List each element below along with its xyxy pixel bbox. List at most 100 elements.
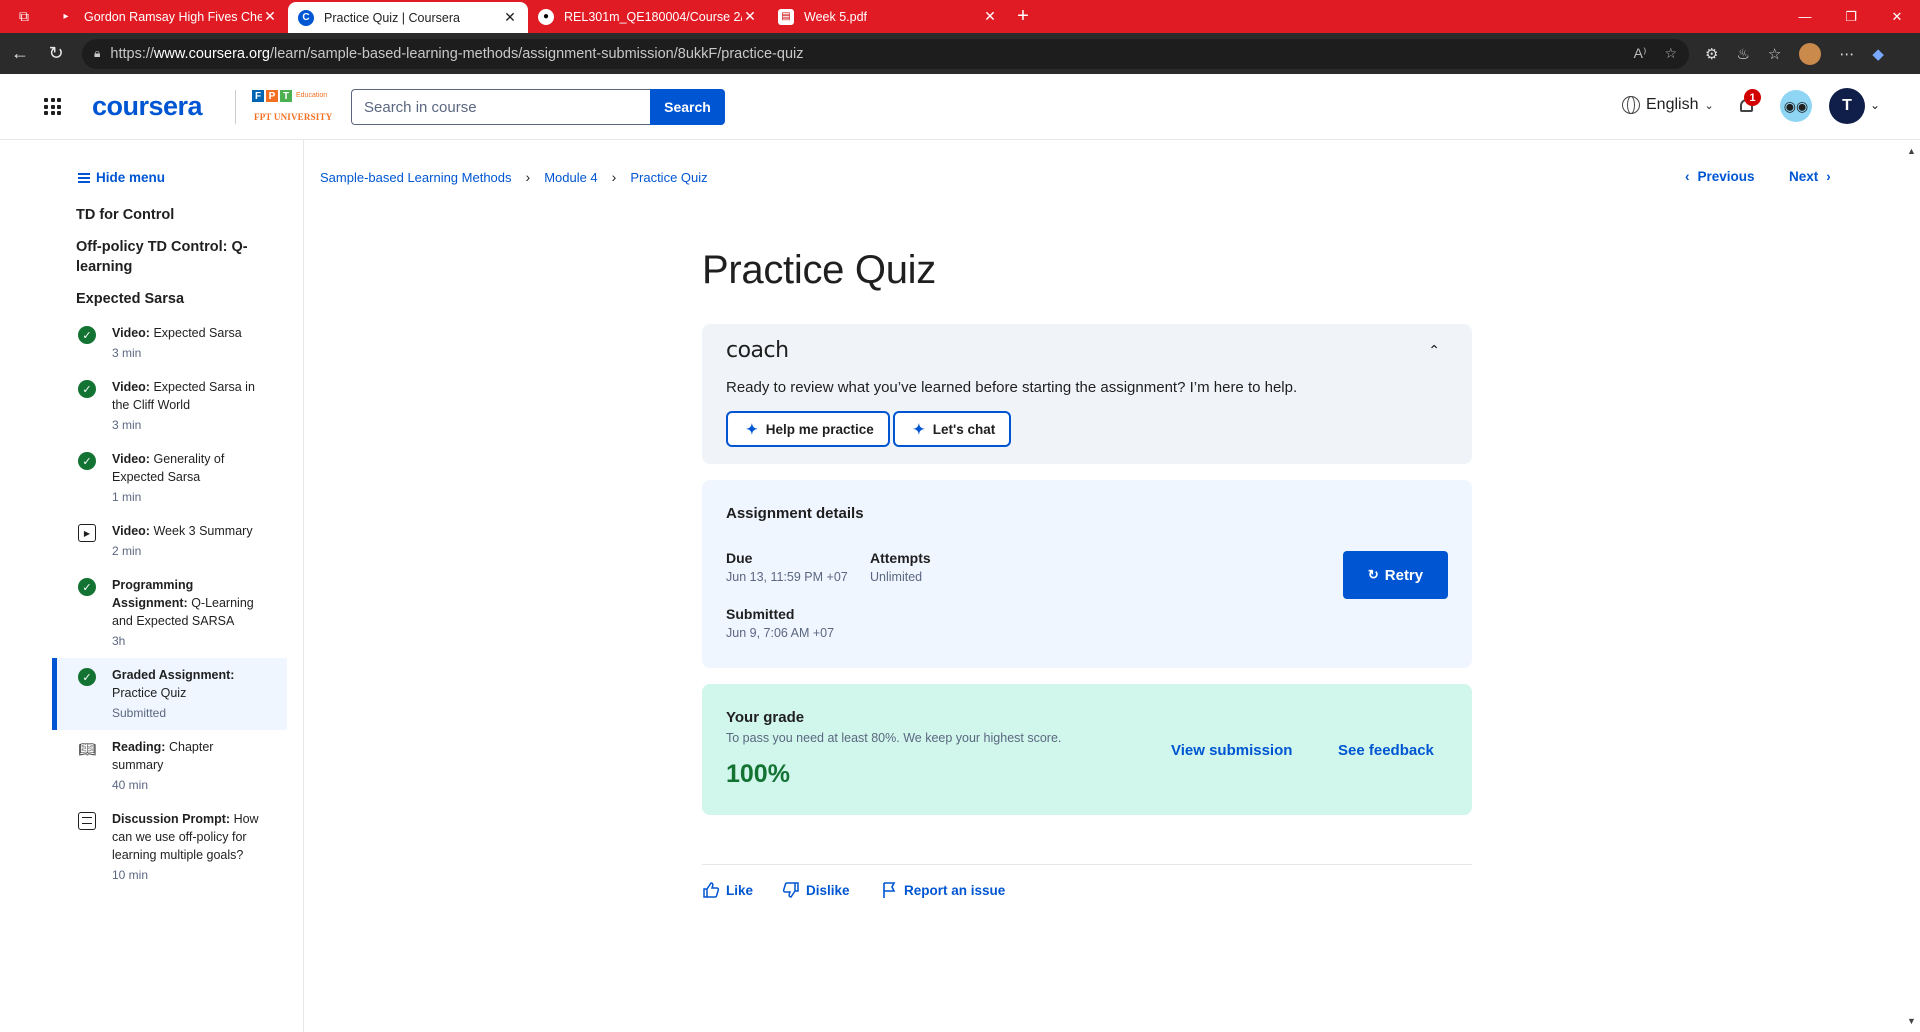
close-tab-icon[interactable]: ✕ bbox=[502, 9, 518, 26]
pdf-icon: ▤ bbox=[778, 8, 794, 25]
coach-message: Ready to review what you’ve learned befo… bbox=[726, 379, 1298, 396]
item-type: Discussion Prompt: bbox=[112, 812, 231, 826]
search-input[interactable] bbox=[351, 89, 650, 125]
new-tab-button[interactable]: + bbox=[1008, 5, 1038, 28]
view-submission-link[interactable]: View submission bbox=[1171, 742, 1292, 759]
breadcrumb-module[interactable]: Module 4 bbox=[544, 170, 597, 185]
breadcrumb-course[interactable]: Sample-based Learning Methods bbox=[320, 170, 512, 185]
browser-tab-active[interactable]: C Practice Quiz | Coursera ✕ bbox=[288, 2, 528, 33]
item-duration: 3 min bbox=[112, 346, 142, 360]
chevron-up-icon[interactable]: ⌃ bbox=[1428, 342, 1440, 359]
like-button[interactable]: Like bbox=[702, 881, 753, 899]
back-icon[interactable]: ← bbox=[2, 36, 38, 72]
sidebar-item[interactable]: ✓ Video: Generality of Expected Sarsa 1 m… bbox=[52, 450, 287, 514]
menu-icon bbox=[78, 172, 90, 183]
performance-icon[interactable]: ♨ bbox=[1736, 45, 1749, 63]
close-tab-icon[interactable]: ✕ bbox=[982, 8, 998, 25]
favorite-star-icon[interactable]: ☆ bbox=[1664, 45, 1677, 62]
grade-title: Your grade bbox=[726, 709, 805, 726]
chevron-down-icon[interactable]: ⌄ bbox=[1870, 98, 1880, 112]
globe-icon bbox=[1622, 96, 1640, 114]
item-title: Expected Sarsa bbox=[153, 326, 242, 340]
item-duration: 40 min bbox=[112, 778, 149, 792]
page-title: Practice Quiz bbox=[702, 248, 936, 292]
scroll-up-icon[interactable]: ▲ bbox=[1907, 146, 1916, 156]
retry-button[interactable]: ↻ Retry bbox=[1343, 551, 1448, 599]
coach-brand: coach bbox=[726, 338, 789, 363]
favorites-icon[interactable]: ☆ bbox=[1768, 45, 1781, 63]
scroll-down-icon[interactable]: ▼ bbox=[1907, 1016, 1916, 1026]
assignment-details-card: Assignment details Due Jun 13, 11:59 PM … bbox=[702, 480, 1472, 668]
browser-tab[interactable]: ▸ Gordon Ramsay High Fives Chefs ✕ bbox=[48, 0, 288, 33]
sidebar-section-title[interactable]: Expected Sarsa bbox=[76, 289, 266, 309]
user-avatar[interactable]: T bbox=[1829, 88, 1865, 124]
sidebar-section-title[interactable]: Off-policy TD Control: Q-learning bbox=[76, 237, 266, 277]
coach-avatar-icon[interactable]: ◉◉ bbox=[1780, 90, 1812, 122]
fpt-university-logo[interactable]: FPT Education FPT UNIVERSITY bbox=[252, 90, 336, 126]
sidebar-item[interactable]: ✓ Video: Expected Sarsa in the Cliff Wor… bbox=[52, 378, 287, 442]
extensions-icon[interactable]: ⚙ bbox=[1705, 45, 1718, 63]
report-issue-button[interactable]: Report an issue bbox=[882, 881, 1005, 899]
thumbs-up-icon bbox=[703, 882, 720, 898]
flag-icon bbox=[883, 882, 896, 898]
apps-grid-icon[interactable] bbox=[44, 98, 61, 115]
browser-tab[interactable]: ▤ Week 5.pdf ✕ bbox=[768, 0, 1008, 33]
sidebar-item[interactable]: 📖︎ Reading: Chapter summary 40 min bbox=[52, 738, 287, 802]
workspaces-icon[interactable]: ⧉ bbox=[0, 0, 48, 33]
refresh-icon[interactable]: ↻ bbox=[38, 36, 74, 72]
read-aloud-icon[interactable]: A⁾ bbox=[1634, 45, 1647, 62]
sparkle-icon: ✦ bbox=[746, 420, 758, 437]
close-tab-icon[interactable]: ✕ bbox=[742, 8, 758, 25]
sidebar-item[interactable]: ✓ Video: Expected Sarsa 3 min bbox=[52, 324, 287, 370]
item-title: Practice Quiz bbox=[112, 686, 187, 700]
item-duration: 3h bbox=[112, 634, 126, 648]
coursera-logo[interactable]: coursera bbox=[92, 91, 203, 122]
completed-check-icon: ✓ bbox=[78, 668, 96, 686]
site-info-icon[interactable]: 🔒︎ bbox=[94, 46, 100, 61]
breadcrumb-current[interactable]: Practice Quiz bbox=[630, 170, 707, 185]
chevron-left-icon: ‹ bbox=[1685, 169, 1690, 184]
youtube-icon: ▸ bbox=[63, 11, 69, 22]
hide-menu-label: Hide menu bbox=[96, 170, 166, 185]
help-me-practice-button[interactable]: ✦ Help me practice bbox=[726, 411, 890, 447]
hide-menu-button[interactable]: Hide menu bbox=[78, 170, 165, 185]
grade-pass-note: To pass you need at least 80%. We keep y… bbox=[726, 731, 1062, 745]
item-type: Video: bbox=[112, 524, 150, 538]
search-button[interactable]: Search bbox=[650, 89, 725, 125]
close-tab-icon[interactable]: ✕ bbox=[262, 8, 278, 25]
sidebar-item[interactable]: ✓ Programming Assignment: Q-Learning and… bbox=[52, 576, 287, 658]
language-label: English bbox=[1646, 96, 1699, 113]
url-field[interactable]: 🔒︎ https://www.coursera.org/learn/sample… bbox=[82, 38, 1689, 69]
sidebar-item-current[interactable]: ✓ Graded Assignment: Practice Quiz Submit… bbox=[52, 658, 287, 730]
item-type: Video: bbox=[112, 380, 150, 394]
retry-icon: ↻ bbox=[1367, 567, 1379, 582]
more-options-icon[interactable]: ⋯ bbox=[1839, 45, 1854, 63]
browser-tab[interactable]: ● REL301m_QE180004/Course 2/Su ✕ bbox=[528, 0, 768, 33]
notifications-button[interactable]: 1 bbox=[1739, 89, 1761, 117]
restore-icon[interactable]: ❐ bbox=[1828, 0, 1874, 33]
fpt-university-text: FPT UNIVERSITY bbox=[254, 112, 333, 122]
sidebar-section-title[interactable]: TD for Control bbox=[76, 205, 266, 225]
lets-chat-button[interactable]: ✦ Let's chat bbox=[893, 411, 1012, 447]
minimize-icon[interactable]: — bbox=[1782, 0, 1828, 33]
logo-divider bbox=[235, 90, 236, 124]
see-feedback-link[interactable]: See feedback bbox=[1338, 742, 1434, 759]
language-selector[interactable]: English ⌄ bbox=[1622, 96, 1714, 114]
sidebar-item[interactable]: Discussion Prompt: How can we use off-po… bbox=[52, 810, 287, 892]
sidebar-item[interactable]: ▶ Video: Week 3 Summary 2 min bbox=[52, 522, 287, 568]
attempts-label: Attempts bbox=[870, 550, 931, 566]
page-scrollbar[interactable]: ▲ ▼ bbox=[1903, 140, 1920, 1032]
discussion-icon bbox=[78, 812, 96, 830]
copilot-icon[interactable]: ◆ bbox=[1872, 45, 1884, 63]
coach-panel: coach ⌃ Ready to review what you’ve lear… bbox=[702, 324, 1472, 464]
item-duration: 2 min bbox=[112, 544, 142, 558]
url-host: www.coursera.org bbox=[153, 45, 270, 62]
previous-button[interactable]: ‹ Previous bbox=[1685, 169, 1755, 184]
dislike-button[interactable]: Dislike bbox=[782, 881, 850, 899]
item-title: Week 3 Summary bbox=[153, 524, 253, 538]
close-window-icon[interactable]: ✕ bbox=[1874, 0, 1920, 33]
item-type: Video: bbox=[112, 452, 150, 466]
chevron-right-icon: › bbox=[1826, 169, 1831, 184]
profile-avatar[interactable] bbox=[1799, 42, 1822, 65]
next-button[interactable]: Next › bbox=[1789, 169, 1831, 184]
